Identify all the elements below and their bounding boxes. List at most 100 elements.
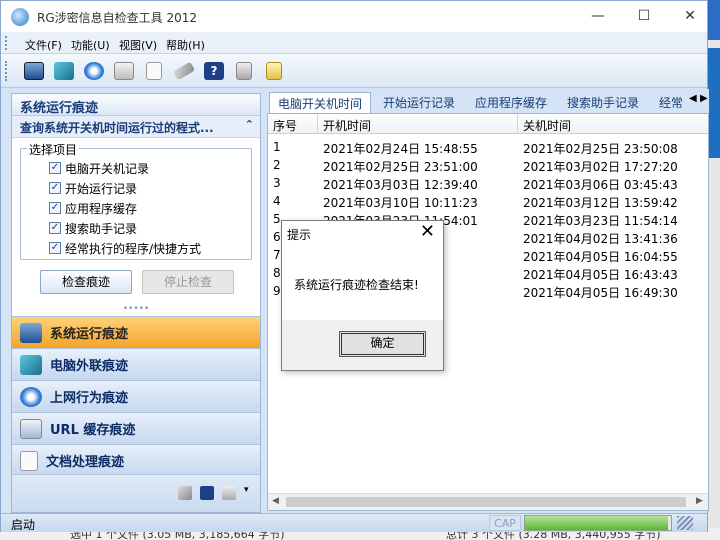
nav-url-cache[interactable]: URL 缓存痕迹 [12,412,260,444]
maximize-button[interactable]: ☐ [621,5,667,29]
cell-power-off: 2021年03月06日 03:45:43 [523,178,678,192]
scrollbar-thumb[interactable] [286,497,686,507]
tab-frequent[interactable]: 经常 [651,92,691,113]
toolbar-grip[interactable] [5,61,8,81]
nav-document-traces[interactable]: 文档处理痕迹 [12,444,260,476]
help-icon[interactable] [200,486,214,500]
dialog-title: 提示 [287,228,312,242]
cell-power-on: 2021年03月10日 10:11:23 [323,196,478,210]
status-bar: 启动 CAP [1,513,707,532]
option-label: 开始运行记录 [65,181,138,196]
dialog-title-bar[interactable]: 提示 ✕ [282,221,443,246]
cell-power-off: 2021年04月05日 16:49:30 [523,286,678,300]
usb-drive-icon[interactable] [261,58,287,84]
horizontal-scrollbar[interactable]: ◀ ▶ [268,493,708,510]
menu-view[interactable]: 视图(V) [119,37,157,53]
minimize-button[interactable]: — [575,5,621,29]
menu-help[interactable]: 帮助(H) [166,37,205,53]
tab-search-assistant[interactable]: 搜索助手记录 [559,92,647,113]
panel-splitter[interactable]: ••••• [12,304,260,316]
nav-system-traces[interactable]: 系统运行痕迹 [12,316,260,348]
menu-file[interactable]: 文件(F) [25,37,62,53]
usb-icon[interactable] [171,58,197,84]
panel-title: 系统运行痕迹 [12,94,260,116]
options-group: 选择项目 ✓ 电脑开关机记录 ✓ 开始运行记录 ✓ 应用程序缓存 ✓ 搜索助手记录 ✓ 经… [20,141,252,260]
option-label: 经常执行的程序/快捷方式 [65,241,202,256]
menu-bar: 文件(F) 功能(U) 视图(V) 帮助(H) [1,32,707,54]
nav-footer: ▾ [12,474,260,512]
stop-check-button[interactable]: 停止检查 [142,270,234,294]
menu-function[interactable]: 功能(U) [71,37,110,53]
menu-grip[interactable] [5,36,8,50]
document-icon[interactable] [141,58,167,84]
cell-index: 7 [273,248,281,262]
tab-scroll-right-icon[interactable]: ▶ [700,93,708,104]
tab-startup-record[interactable]: 开始运行记录 [375,92,463,113]
close-icon[interactable]: ✕ [420,222,435,242]
option-frequent-programs[interactable]: ✓ 经常执行的程序/快捷方式 [49,239,201,257]
checkbox-checked-icon[interactable]: ✓ [49,202,61,214]
nav-internet-behavior[interactable]: 上网行为痕迹 [12,380,260,412]
panel-subtitle-text: 查询系统开关机时间运行过的程式... [20,121,214,135]
ie-cache-icon[interactable] [111,58,137,84]
option-search-assistant[interactable]: ✓ 搜索助手记录 [49,219,137,237]
cell-power-on: 2021年03月03日 12:39:40 [323,178,478,192]
cell-index: 8 [273,266,281,280]
network-icon[interactable] [51,58,77,84]
ok-button[interactable]: 确定 [339,331,426,357]
status-text: 启动 [11,518,36,532]
progress-bar [524,515,672,531]
checkbox-checked-icon[interactable]: ✓ [49,242,61,254]
tab-scroll-left-icon[interactable]: ◀ [689,93,697,104]
help-icon[interactable]: ? [201,58,227,84]
recycle-bin-icon[interactable] [222,486,236,500]
checkbox-checked-icon[interactable]: ✓ [49,162,61,174]
resize-grip-icon[interactable] [677,516,693,530]
option-startup-record[interactable]: ✓ 开始运行记录 [49,179,137,197]
dialog-body: 系统运行痕迹检查结束! [282,246,443,320]
collapse-icon[interactable]: ⌃ [245,118,254,131]
check-traces-button[interactable]: 检查痕迹 [40,270,132,294]
info-dialog: 提示 ✕ 系统运行痕迹检查结束! 确定 [281,220,444,371]
scroll-left-icon[interactable]: ◀ [272,496,279,506]
table-row[interactable]: 2 2021年02月25日 23:51:00 2021年03月02日 17:27:2… [268,156,708,174]
cell-index: 5 [273,212,281,226]
nav-external-connection[interactable]: 电脑外联痕迹 [12,348,260,380]
monitor-icon[interactable] [21,58,47,84]
checkbox-checked-icon[interactable]: ✓ [49,222,61,234]
usb-icon[interactable] [178,486,192,500]
table-row[interactable]: 3 2021年03月03日 12:39:40 2021年03月06日 03:45:4… [268,174,708,192]
checkbox-checked-icon[interactable]: ✓ [49,182,61,194]
chevron-down-icon[interactable]: ▾ [244,485,249,495]
tab-power-time[interactable]: 电脑开关机时间 [269,92,372,113]
column-header-index[interactable]: 序号 [273,117,297,134]
dialog-message: 系统运行痕迹检查结束! [294,278,419,292]
panel-subtitle: 查询系统开关机时间运行过的程式... ⌃ [12,116,260,138]
app-icon [11,8,29,26]
table-row[interactable]: 1 2021年02月24日 15:48:55 2021年02月25日 23:50:0… [268,138,708,156]
column-header-power-on[interactable]: 开机时间 [323,117,371,134]
cell-power-off: 2021年03月02日 17:27:20 [523,160,678,174]
option-label: 电脑开关机记录 [65,161,150,176]
table-header: 序号 开机时间 关机时间 [268,114,708,134]
window-title: RG涉密信息自检查工具 2012 [37,11,197,25]
cell-power-on: 2021年02月24日 15:48:55 [323,142,478,156]
background-window-edge [708,40,720,540]
recycle-bin-icon[interactable] [231,58,257,84]
option-power-record[interactable]: ✓ 电脑开关机记录 [49,159,149,177]
ie-icon [20,386,42,407]
caps-lock-indicator: CAP [489,515,521,531]
title-bar[interactable]: RG涉密信息自检查工具 2012 — ☐ ✕ [1,1,707,32]
nav-label: 电脑外联痕迹 [50,359,129,374]
cell-power-off: 2021年04月05日 16:04:55 [523,250,678,264]
toolbar: ? [1,54,707,88]
scroll-right-icon[interactable]: ▶ [696,496,703,506]
cell-index: 2 [273,158,281,172]
table-row[interactable]: 4 2021年03月10日 10:11:23 2021年03月12日 13:59:4… [268,192,708,210]
tab-app-cache[interactable]: 应用程序缓存 [467,92,555,113]
option-app-cache[interactable]: ✓ 应用程序缓存 [49,199,137,217]
ie-icon[interactable] [81,58,107,84]
cell-index: 4 [273,194,281,208]
close-button[interactable]: ✕ [667,5,713,29]
column-header-power-off[interactable]: 关机时间 [523,117,571,134]
